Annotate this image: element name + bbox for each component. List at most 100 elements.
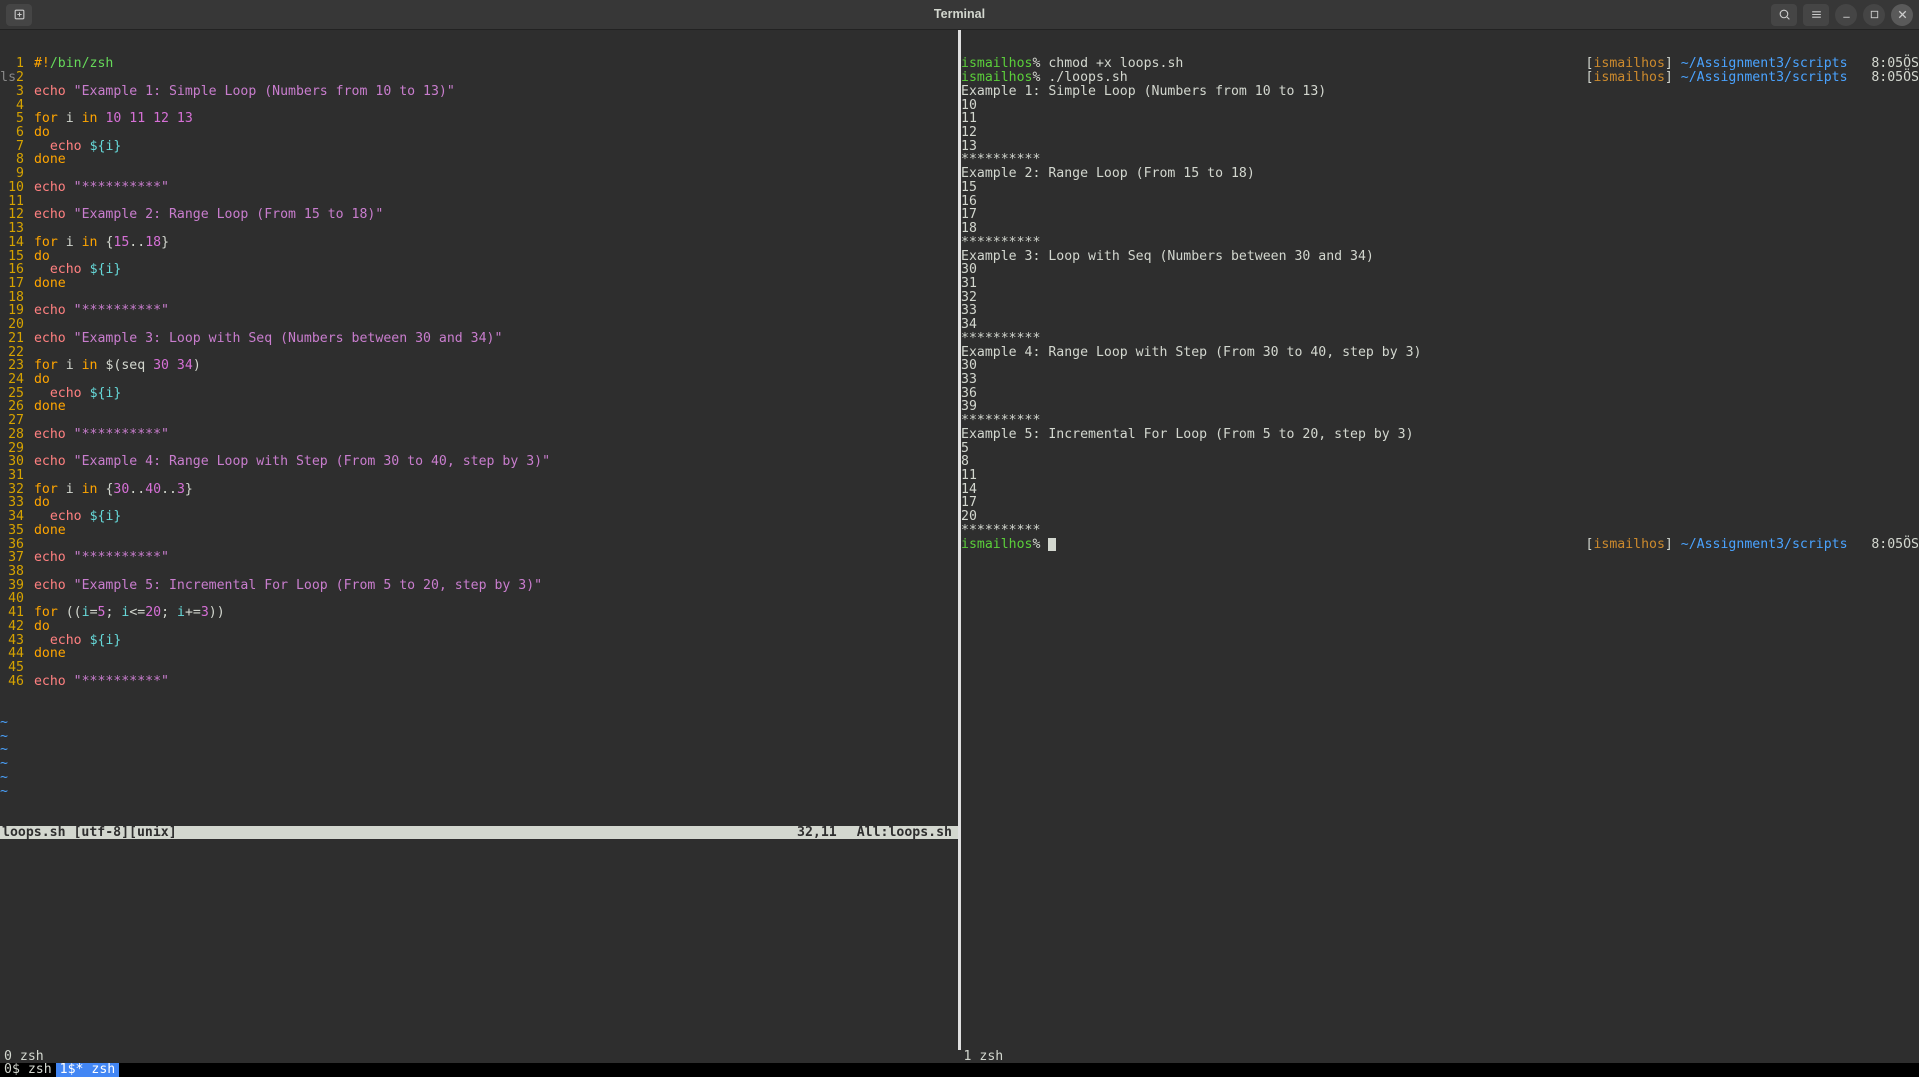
code-line[interactable]: 34 echo ${i} bbox=[0, 510, 958, 524]
shell-output-line: 32 bbox=[961, 291, 1919, 305]
shell-output-line: 33 bbox=[961, 304, 1919, 318]
code-line[interactable]: ls2 bbox=[0, 71, 958, 85]
titlebar: Terminal bbox=[0, 0, 1919, 30]
code-line[interactable]: 15 do bbox=[0, 250, 958, 264]
shell-content[interactable]: [ismailhos] ~/Assignment3/scripts 8:05ÖS… bbox=[961, 57, 1919, 551]
code-line[interactable]: 4 bbox=[0, 99, 958, 113]
code-line[interactable]: 17 done bbox=[0, 277, 958, 291]
hamburger-menu-button[interactable] bbox=[1803, 4, 1829, 26]
code-line[interactable]: 11 bbox=[0, 195, 958, 209]
code-line[interactable]: 41 for ((i=5; i<=20; i+=3)) bbox=[0, 606, 958, 620]
vim-file-info: loops.sh [utf-8][unix] bbox=[2, 826, 177, 840]
terminal-body: 1 #!/bin/zshls2 3 echo "Example 1: Simpl… bbox=[0, 30, 1919, 1077]
shell-output-line: Example 5: Incremental For Loop (From 5 … bbox=[961, 428, 1919, 442]
minimize-button[interactable] bbox=[1835, 4, 1857, 26]
close-button[interactable] bbox=[1891, 4, 1913, 26]
shell-output-line: 15 bbox=[961, 181, 1919, 195]
shell-output-line: 18 bbox=[961, 222, 1919, 236]
code-line[interactable]: 46 echo "**********" bbox=[0, 675, 958, 689]
code-line[interactable]: 45 bbox=[0, 661, 958, 675]
editor-content[interactable]: 1 #!/bin/zshls2 3 echo "Example 1: Simpl… bbox=[0, 57, 958, 688]
shell-prompt-line[interactable]: [ismailhos] ~/Assignment3/scripts 8:05ÖS… bbox=[961, 538, 1919, 552]
shell-output-line: 12 bbox=[961, 126, 1919, 140]
shell-output-line: 30 bbox=[961, 263, 1919, 277]
code-line[interactable]: 6 do bbox=[0, 126, 958, 140]
code-line[interactable]: 29 bbox=[0, 442, 958, 456]
shell-output-line: ********** bbox=[961, 524, 1919, 538]
code-line[interactable]: 13 bbox=[0, 222, 958, 236]
code-line[interactable]: 30 echo "Example 4: Range Loop with Step… bbox=[0, 455, 958, 469]
code-line[interactable]: 14 for i in {15..18} bbox=[0, 236, 958, 250]
shell-output-line: ********** bbox=[961, 414, 1919, 428]
code-line[interactable]: 36 bbox=[0, 538, 958, 552]
code-line[interactable]: 3 echo "Example 1: Simple Loop (Numbers … bbox=[0, 85, 958, 99]
code-line[interactable]: 18 bbox=[0, 291, 958, 305]
code-line[interactable]: 1 #!/bin/zsh bbox=[0, 57, 958, 71]
search-button[interactable] bbox=[1771, 4, 1797, 26]
code-line[interactable]: 39 echo "Example 5: Incremental For Loop… bbox=[0, 579, 958, 593]
code-line[interactable]: 9 bbox=[0, 167, 958, 181]
tmux-status-bar[interactable]: 0$ zsh 1$* zsh bbox=[0, 1063, 1919, 1077]
shell-output-line: 36 bbox=[961, 387, 1919, 401]
shell-output-line: 17 bbox=[961, 208, 1919, 222]
shell-output-line: Example 2: Range Loop (From 15 to 18) bbox=[961, 167, 1919, 181]
shell-output-line: 31 bbox=[961, 277, 1919, 291]
shell-output-line: 8 bbox=[961, 455, 1919, 469]
code-line[interactable]: 24 do bbox=[0, 373, 958, 387]
window-title: Terminal bbox=[934, 8, 985, 21]
code-line[interactable]: 16 echo ${i} bbox=[0, 263, 958, 277]
shell-output-line: 17 bbox=[961, 496, 1919, 510]
shell-output-line: 20 bbox=[961, 510, 1919, 524]
code-line[interactable]: 20 bbox=[0, 318, 958, 332]
maximize-button[interactable] bbox=[1863, 4, 1885, 26]
code-line[interactable]: 22 bbox=[0, 346, 958, 360]
shell-output-line: 11 bbox=[961, 469, 1919, 483]
shell-output-line: 13 bbox=[961, 140, 1919, 154]
shell-output-line: Example 4: Range Loop with Step (From 30… bbox=[961, 346, 1919, 360]
vim-cursor-pos: 32,11 bbox=[177, 826, 857, 840]
code-line[interactable]: 40 bbox=[0, 592, 958, 606]
code-line[interactable]: 35 done bbox=[0, 524, 958, 538]
vim-status-line: loops.sh [utf-8][unix] 32,11 All:loops.s… bbox=[0, 826, 958, 840]
code-line[interactable]: 28 echo "**********" bbox=[0, 428, 958, 442]
shell-output-line: ********** bbox=[961, 153, 1919, 167]
code-line[interactable]: 25 echo ${i} bbox=[0, 387, 958, 401]
code-line[interactable]: 44 done bbox=[0, 647, 958, 661]
code-line[interactable]: 12 echo "Example 2: Range Loop (From 15 … bbox=[0, 208, 958, 222]
new-tab-button[interactable] bbox=[6, 4, 32, 26]
shell-output-line: ********** bbox=[961, 236, 1919, 250]
shell-output-line: Example 1: Simple Loop (Numbers from 10 … bbox=[961, 85, 1919, 99]
shell-prompt-line: [ismailhos] ~/Assignment3/scripts 8:05ÖS… bbox=[961, 71, 1919, 85]
shell-output-line: 39 bbox=[961, 400, 1919, 414]
code-line[interactable]: 23 for i in $(seq 30 34) bbox=[0, 359, 958, 373]
pane-title-bar: 0 zsh 1 zsh bbox=[0, 1050, 1919, 1064]
code-line[interactable]: 7 echo ${i} bbox=[0, 140, 958, 154]
code-line[interactable]: 27 bbox=[0, 414, 958, 428]
code-line[interactable]: 42 do bbox=[0, 620, 958, 634]
code-line[interactable]: 32 for i in {30..40..3} bbox=[0, 483, 958, 497]
code-line[interactable]: 31 bbox=[0, 469, 958, 483]
code-line[interactable]: 43 echo ${i} bbox=[0, 634, 958, 648]
code-line[interactable]: 26 done bbox=[0, 400, 958, 414]
tmux-tab-0[interactable]: 0$ zsh bbox=[0, 1063, 56, 1077]
tmux-tab-1[interactable]: 1$* zsh bbox=[56, 1063, 120, 1077]
shell-output-line: 30 bbox=[961, 359, 1919, 373]
code-line[interactable]: 33 do bbox=[0, 496, 958, 510]
shell-output-line: 11 bbox=[961, 112, 1919, 126]
code-line[interactable]: 19 echo "**********" bbox=[0, 304, 958, 318]
code-line[interactable]: 37 echo "**********" bbox=[0, 551, 958, 565]
right-pane[interactable]: [ismailhos] ~/Assignment3/scripts 8:05ÖS… bbox=[961, 30, 1919, 1050]
code-line[interactable]: 21 echo "Example 3: Loop with Seq (Numbe… bbox=[0, 332, 958, 346]
cursor bbox=[1048, 538, 1056, 552]
shell-output-line: 33 bbox=[961, 373, 1919, 387]
code-line[interactable]: 8 done bbox=[0, 153, 958, 167]
shell-output-line: 34 bbox=[961, 318, 1919, 332]
shell-output-line: 10 bbox=[961, 99, 1919, 113]
left-pane[interactable]: 1 #!/bin/zshls2 3 echo "Example 1: Simpl… bbox=[0, 30, 961, 1050]
code-line[interactable]: 10 echo "**********" bbox=[0, 181, 958, 195]
shell-output-line: 5 bbox=[961, 442, 1919, 456]
shell-output-line: 14 bbox=[961, 483, 1919, 497]
code-line[interactable]: 38 bbox=[0, 565, 958, 579]
shell-output-line: ********** bbox=[961, 332, 1919, 346]
code-line[interactable]: 5 for i in 10 11 12 13 bbox=[0, 112, 958, 126]
